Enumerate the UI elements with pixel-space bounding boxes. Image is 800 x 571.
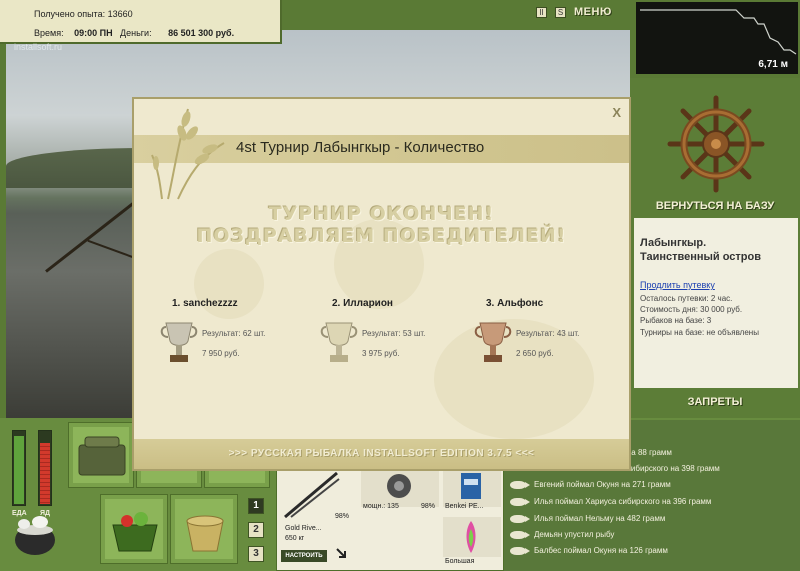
rod-percent: 98% [335,513,350,520]
watermark: installsoft.ru [14,42,63,52]
winner-result: Результат: 62 шт. [202,329,266,338]
fish-icon [510,514,530,523]
lure-icon [466,521,476,553]
winner-prize: 2 650 руб. [516,349,554,358]
ship-wheel-icon[interactable] [666,94,766,194]
log-entry: Балбес поймал Окуня на 126 грамм [510,542,800,559]
log-entry: Илья поймал Нельму на 482 грамм [510,510,800,527]
winner-result: Результат: 43 шт. [516,329,580,338]
rod-slot-2-button[interactable]: 2 [248,522,264,538]
log-entry: Евгений поймал Окуня на 271 грамм [510,476,800,493]
fish-icon [510,530,530,539]
right-panel: ВЕРНУТЬСЯ НА БАЗУ Лабынгкыр. Таинственны… [630,78,800,418]
winner-name: 3. Альфонс [486,298,544,309]
time-label: Время: [34,28,64,38]
bans-button[interactable]: ЗАПРЕТЫ [630,396,800,408]
top-controls: II S МЕНЮ [536,6,612,18]
fish-icon [510,497,530,506]
bronze-cup-icon [474,322,512,362]
money-value: 86 501 300 руб. [168,28,235,38]
silver-cup-icon [320,322,358,362]
vegetable-basket-icon [112,512,158,552]
money-label: Деньги: [120,28,152,38]
rod-load: 650 кг [285,535,305,542]
reel-percent: 98% [421,503,436,510]
player-info-panel: Получено опыта: 13660 Время: 09:00 ПН Де… [0,0,282,44]
permit-remaining: Осталось путевки: 2 час. [640,294,733,303]
food-meter-fill [14,435,24,504]
winner-result: Результат: 53 шт. [362,329,426,338]
tournaments-status: Турниры на базе: не объявлены [640,328,759,337]
location-line-2: Таинственный остров [640,251,761,263]
wheat-logo-icon [151,108,225,200]
rod-name: Gold Rive... [285,525,322,532]
winner-name: 1. sanchezzzz [172,298,238,309]
location-line-1: Лабынгкыр. [640,237,707,249]
xp-value: 13660 [107,9,133,19]
reel-icon [387,474,411,498]
inventory-slot-bucket[interactable] [170,494,238,564]
line-label: Benkei PE... [445,503,484,510]
line-spool-icon [461,473,481,499]
fish-icon [510,546,530,555]
close-icon[interactable]: X [612,105,621,120]
money-row: Деньги: 86 501 300 руб. [120,28,234,38]
edition-banner: >>> РУССКАЯ РЫБАЛКА INSTALLSOFT EDITION … [228,448,535,459]
reel-label: мощн.: 135 [363,503,399,510]
sound-icon[interactable]: S [555,6,566,18]
tackle-box-icon [78,436,126,476]
location-title: Лабынгкыр. Таинственный остров [640,236,761,264]
bait-label: Большая [445,558,475,565]
status-meters: ЕДА ЯД [8,430,60,517]
poison-meter-fill [40,443,50,504]
fishing-rod-icon[interactable] [281,469,341,521]
anglers-count: Рыбаков на базе: 3 [640,316,712,325]
menu-button[interactable]: МЕНЮ [574,6,612,18]
winner-prize: 7 950 руб. [202,349,240,358]
inventory-slot-tackle-box[interactable] [68,422,134,488]
time-value: 09:00 ПН [74,28,113,38]
log-entry: Илья поймал Хариуса сибирского на 396 гр… [510,493,800,510]
winner-prize: 3 975 руб. [362,349,400,358]
tackle-panel: Gold Rive... 650 кг 98% НАСТРОИТЬ мощн.:… [276,464,504,571]
winner-name: 2. Илларион [332,298,393,309]
gold-cup-icon [160,322,198,362]
congratulations-heading: ПОЗДРАВЛЯЕМ ПОБЕДИТЕЛЕЙ! [196,225,567,247]
rod-slot-3-button[interactable]: 3 [248,546,264,562]
poison-meter [38,430,52,506]
food-meter [12,430,26,506]
time-row: Время: 09:00 ПН [34,28,113,38]
extend-permit-link[interactable]: Продлить путевку [640,280,715,290]
fish-icon [510,480,530,489]
dialog-title: 4st Турнир Лабынгкыр - Количество [236,139,485,156]
return-to-base-button[interactable]: ВЕРНУТЬСЯ НА БАЗУ [630,200,800,212]
bait-slot[interactable] [443,517,501,557]
tournament-over-heading: ТУРНИР ОКОНЧЕН! [268,203,495,225]
setup-button[interactable]: НАСТРОИТЬ [281,550,327,562]
dialog-footer: >>> РУССКАЯ РЫБАЛКА INSTALLSOFT EDITION … [134,439,629,469]
base-info-box: Лабынгкыр. Таинственный остров Продлить … [634,218,798,388]
pause-icon[interactable]: II [536,6,547,18]
tournament-results-dialog: 4st Турнир Лабынгкыр - Количество X ТУРН… [132,97,631,471]
depth-value: 6,71 м [758,59,788,70]
rod-slot-1-button[interactable]: 1 [248,498,264,514]
line-slot[interactable] [443,467,501,507]
log-entry: Демьян упустил рыбу [510,526,800,543]
xp-row: Получено опыта: 13660 [34,9,133,19]
reel-slot[interactable] [361,467,439,507]
bucket-icon [186,515,224,552]
inventory-slot-vegetables[interactable] [100,494,168,564]
arrow-down-right-icon[interactable] [335,547,349,561]
cauldron-icon[interactable] [10,510,60,560]
day-cost: Стоимость дня: 30 000 руб. [640,305,743,314]
xp-label: Получено опыта: [34,9,106,19]
depth-sonar: 6,71 м [634,0,800,76]
